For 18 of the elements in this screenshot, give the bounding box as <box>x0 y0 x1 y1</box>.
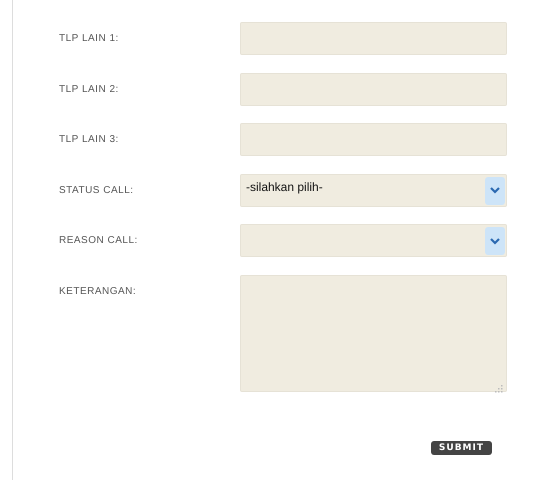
field-label: TLP LAIN 2: <box>59 82 120 94</box>
text-field[interactable] <box>240 72 507 106</box>
resize-grip-icon <box>495 384 503 392</box>
submit-button[interactable]: SUBMIT <box>430 440 492 454</box>
field-label: TLP LAIN 1: <box>59 32 120 44</box>
select-field[interactable] <box>240 224 507 257</box>
dropdown-button[interactable] <box>485 227 505 255</box>
field-label: TLP LAIN 3: <box>59 133 120 145</box>
select-field[interactable]: -silahkan pilih- <box>240 174 507 206</box>
textarea-field[interactable] <box>240 274 507 392</box>
chevron-icon <box>490 238 500 244</box>
field-label: STATUS CALL: <box>59 184 135 196</box>
dropdown-button[interactable] <box>485 176 505 204</box>
chevron-icon <box>490 187 500 194</box>
text-field[interactable] <box>240 22 507 55</box>
field-label: REASON CALL: <box>59 234 139 246</box>
field-label: KETERANGAN: <box>59 284 138 296</box>
text-field[interactable] <box>240 123 507 156</box>
